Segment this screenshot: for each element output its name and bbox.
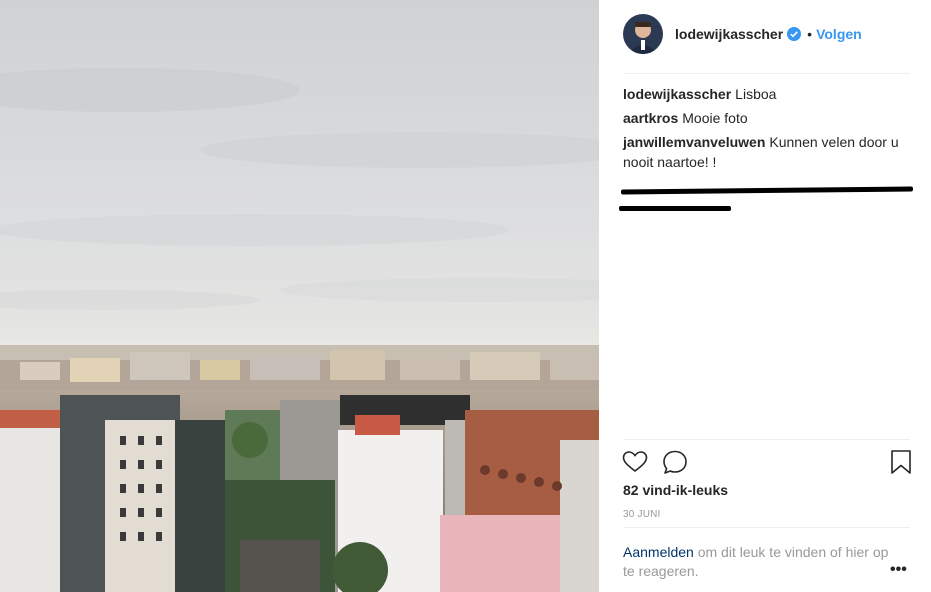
avatar[interactable] bbox=[623, 14, 663, 54]
comment-item-redacted: janwillemvanveluwen Kunnen velen door u n… bbox=[619, 132, 914, 211]
comments-list: lodewijkasscher Lisboa aartkros Mooie foto… bbox=[619, 84, 914, 211]
comment-item: lodewijkasscher Lisboa bbox=[623, 84, 913, 104]
verified-badge-icon bbox=[787, 27, 802, 41]
heart-icon[interactable] bbox=[621, 448, 649, 476]
post-details-panel: lodewijkasscher • Volgen lodewijkasscher… bbox=[599, 0, 931, 592]
comment-author[interactable]: aartkros bbox=[623, 110, 678, 126]
author-username[interactable]: lodewijkasscher bbox=[675, 26, 783, 42]
follow-button[interactable]: Volgen bbox=[816, 26, 862, 42]
actions-divider bbox=[623, 439, 910, 440]
comment-text: Lisboa bbox=[735, 86, 777, 102]
separator-dot: • bbox=[807, 26, 813, 42]
header-divider bbox=[623, 73, 910, 74]
more-options-icon[interactable]: ••• bbox=[890, 562, 910, 578]
post-header: lodewijkasscher • Volgen bbox=[623, 14, 911, 54]
comment-icon[interactable] bbox=[661, 448, 689, 476]
action-bar bbox=[621, 448, 913, 478]
comment-item: aartkros Mooie foto bbox=[623, 108, 913, 128]
comment-author[interactable]: janwillemvanveluwen bbox=[623, 134, 765, 150]
lisbon-skyline-image bbox=[0, 0, 599, 592]
bookmark-icon[interactable] bbox=[887, 448, 915, 476]
avatar-image bbox=[623, 14, 663, 54]
login-prompt: Aanmelden om dit leuk te vinden of hier … bbox=[623, 543, 893, 581]
comment-author[interactable]: lodewijkasscher bbox=[623, 86, 731, 102]
post-date: 30 JUNI bbox=[623, 509, 661, 520]
redaction-mark bbox=[620, 186, 914, 195]
footer-divider bbox=[623, 527, 910, 528]
likes-count[interactable]: 82 vind-ik-leuks bbox=[623, 482, 728, 498]
login-link[interactable]: Aanmelden bbox=[623, 544, 694, 560]
comment-text: Mooie foto bbox=[682, 110, 748, 126]
post-photo[interactable] bbox=[0, 0, 599, 592]
redaction-mark bbox=[619, 206, 731, 211]
